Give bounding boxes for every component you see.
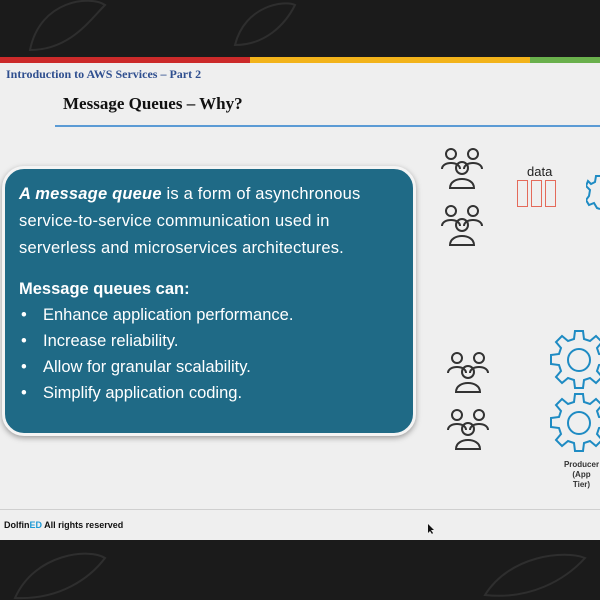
data-label: data <box>527 164 553 179</box>
list-item: Enhance application performance. <box>19 302 413 328</box>
benefits-list: Enhance application performance. Increas… <box>19 302 413 406</box>
gear-icon <box>550 330 600 389</box>
mouse-cursor-icon <box>428 524 434 534</box>
users-icon <box>447 352 489 393</box>
footer-divider <box>0 509 600 510</box>
definition-text: A message queue is a form of asynchronou… <box>19 181 413 262</box>
background-leaf-icon <box>483 553 587 597</box>
benefits-heading: Message queues can: <box>19 280 190 298</box>
list-item: Increase reliability. <box>19 328 413 354</box>
gear-icon <box>550 393 600 452</box>
background-leaf-icon <box>28 0 107 52</box>
list-item: Allow for granular scalability. <box>19 354 413 380</box>
gear-icon <box>586 175 600 210</box>
definition-card: A message queue is a form of asynchronou… <box>2 166 416 436</box>
presentation-slide: Introduction to AWS Services – Part 2 Me… <box>0 57 600 540</box>
footer-copyright: DolfinED All rights reserved <box>4 520 123 530</box>
users-icon <box>441 205 483 246</box>
definition-line-3: serverless and microservices architectur… <box>19 239 344 257</box>
data-packets <box>517 180 556 207</box>
course-title: Introduction to AWS Services – Part 2 <box>6 67 202 81</box>
slide-top-color-bar <box>0 57 600 63</box>
users-icon <box>441 148 483 189</box>
definition-line-1: is a form of asynchronous <box>161 185 361 203</box>
users-icon <box>447 409 489 450</box>
definition-emphasis: A message queue <box>19 185 162 203</box>
data-packet <box>517 180 528 207</box>
data-packet <box>531 180 542 207</box>
background-leaf-icon <box>13 552 107 600</box>
brand-name: Dolfin <box>4 520 30 530</box>
data-packet <box>545 180 556 207</box>
background-leaf-icon <box>233 2 297 47</box>
slide-title: Message Queues – Why? <box>63 94 243 113</box>
list-item: Simplify application coding. <box>19 380 413 406</box>
brand-name-accent: ED <box>29 520 43 530</box>
producer-label: Producer (App Tier) <box>563 460 600 489</box>
title-underline <box>55 125 600 127</box>
rights-text: All rights reserved <box>42 520 124 530</box>
definition-line-2: service-to-service communication used in <box>19 212 330 230</box>
